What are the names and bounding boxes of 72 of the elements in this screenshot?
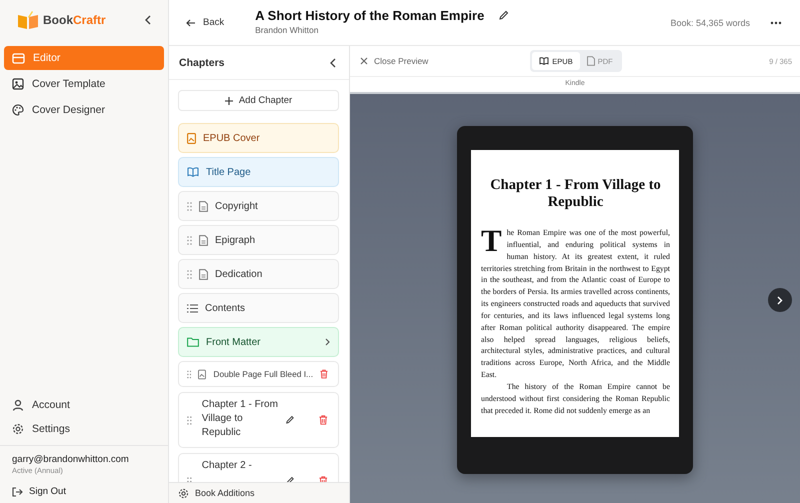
user-email: garry@brandonwhitton.com: [12, 454, 130, 465]
book-logo-icon: [16, 10, 40, 30]
collapse-icon[interactable]: [144, 15, 152, 25]
pencil-icon[interactable]: [498, 10, 510, 20]
settings-icon: [12, 423, 24, 435]
drag-handle-icon[interactable]: [187, 202, 192, 210]
close-icon: [360, 57, 368, 65]
chapter-title: Chapter 2 -: [202, 459, 253, 473]
document-icon: [199, 268, 208, 280]
drag-handle-icon[interactable]: [187, 370, 192, 378]
document-icon: [199, 234, 208, 246]
close-preview-button[interactable]: Close Preview: [360, 56, 510, 66]
trash-icon[interactable]: [319, 415, 328, 425]
brand-name: BookCraftr: [43, 13, 106, 27]
chapter-heading: Chapter 1 - From Village to Republic: [489, 177, 662, 211]
drag-handle-icon[interactable]: [187, 236, 192, 244]
chapter-title: Dedication: [215, 268, 262, 280]
open-book-icon: [539, 57, 550, 65]
menu-item[interactable]: Account: [4, 393, 164, 417]
chapter-item[interactable]: Chapter 2 -: [178, 453, 339, 482]
chapter-title: Front Matter: [206, 336, 260, 348]
chapter-item[interactable]: Copyright: [178, 191, 339, 221]
back-button[interactable]: Back: [186, 17, 224, 28]
arrow-left-icon: [186, 18, 196, 26]
chapter-title: Copyright: [215, 200, 258, 212]
palette-icon: [12, 104, 24, 116]
next-page-button[interactable]: [768, 288, 792, 312]
chapter-item[interactable]: Title Page: [178, 157, 339, 187]
chapter-item[interactable]: Double Page Full Bleed I...: [178, 361, 339, 387]
chapter-item[interactable]: Chapter 1 - From Village to Republic: [178, 392, 339, 448]
sign-out-link[interactable]: Sign Out: [12, 486, 156, 497]
sign-out-icon: [12, 486, 23, 496]
add-chapter-button[interactable]: Add Chapter: [178, 90, 339, 111]
nav-item[interactable]: Cover Template: [4, 72, 164, 96]
list-icon: [187, 304, 198, 312]
chevron-right-icon[interactable]: [325, 338, 330, 346]
drag-handle-icon[interactable]: [187, 416, 192, 424]
book-title: A Short History of the Roman Empire: [255, 8, 484, 22]
plus-icon: [224, 96, 233, 104]
chapter-title: Contents: [205, 302, 246, 314]
chapter-item[interactable]: Dedication: [178, 259, 339, 289]
chapter-title: EPUB Cover: [203, 132, 260, 144]
settings-icon: [178, 488, 189, 498]
document-icon: [586, 56, 595, 66]
image-file-icon: [187, 132, 196, 144]
chapter-item[interactable]: EPUB Cover: [178, 123, 339, 153]
chapter-title: Epigraph: [215, 234, 256, 246]
document-icon: [199, 200, 208, 212]
chapter-item[interactable]: Contents: [178, 293, 339, 323]
folder-icon: [187, 337, 199, 347]
open-book-icon: [187, 167, 199, 177]
word-count: Book: 54,365 words: [670, 18, 750, 28]
chevron-right-icon: [777, 296, 783, 304]
card-icon: [12, 52, 25, 64]
chapter-title: Title Page: [206, 166, 251, 178]
chapter-item[interactable]: Front Matter: [178, 327, 339, 357]
chapter-title: Double Page Full Bleed I...: [213, 369, 314, 379]
image-file-icon: [198, 368, 206, 380]
pencil-icon[interactable]: [284, 415, 294, 425]
drag-handle-icon[interactable]: [187, 270, 192, 278]
image-icon: [12, 78, 24, 90]
collapse-icon[interactable]: [329, 58, 337, 68]
menu-item[interactable]: Settings: [4, 417, 164, 441]
chapter-item[interactable]: Epigraph: [178, 225, 339, 255]
user-icon: [12, 399, 24, 411]
nav-item[interactable]: Cover Designer: [4, 98, 164, 122]
more-icon[interactable]: [770, 20, 782, 24]
trash-icon[interactable]: [320, 369, 328, 379]
author-name: Brandon Whitton: [255, 24, 320, 34]
panel-title: Chapters: [179, 56, 225, 68]
chapter-title: Chapter 1 - From Village to Republic: [202, 398, 278, 440]
book-additions-bar[interactable]: Book Additions: [169, 482, 349, 503]
